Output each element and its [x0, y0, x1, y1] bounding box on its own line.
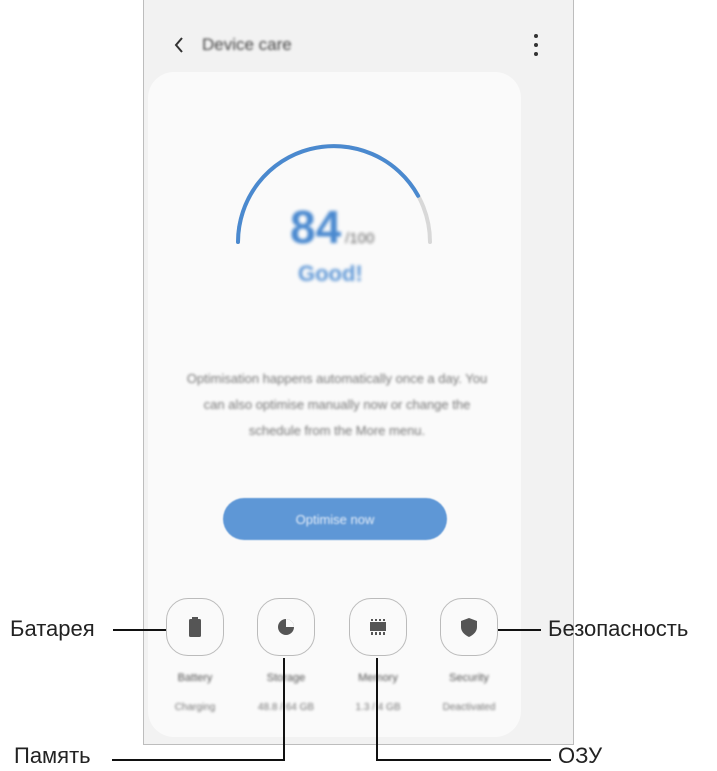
- callout-battery: Батарея: [10, 616, 95, 641]
- chevron-left-icon: [174, 37, 183, 53]
- callout-line-memory-horizontal: [376, 759, 551, 761]
- storage-pie-icon: [278, 619, 294, 635]
- battery-label: Battery: [177, 672, 213, 684]
- security-status: Deactivated: [442, 702, 496, 713]
- phone-screen: Device care 84/100 Good! Optimisation ha…: [143, 0, 574, 745]
- callout-memory: ОЗУ: [558, 743, 603, 768]
- battery-status: Charging: [174, 702, 216, 713]
- score-value: 84: [290, 201, 342, 253]
- callout-line-battery: [113, 629, 166, 631]
- callout-line-storage-horizontal: [112, 759, 285, 761]
- security-label: Security: [449, 672, 489, 684]
- score-status: Good!: [298, 261, 363, 286]
- memory-chip-icon: [370, 619, 386, 635]
- callout-line-security: [498, 629, 541, 631]
- back-button[interactable]: [168, 30, 190, 60]
- callout-line-storage-vertical: [283, 658, 285, 760]
- battery-button[interactable]: [166, 598, 224, 656]
- device-care-card: 84/100 Good! Optimisation happens automa…: [148, 72, 521, 737]
- page-title: Device care: [202, 35, 292, 54]
- battery-icon: [189, 617, 201, 637]
- storage-label: Storage: [266, 672, 306, 684]
- memory-label: Memory: [358, 672, 398, 684]
- score-row: 84/100: [290, 200, 374, 254]
- storage-button[interactable]: [257, 598, 315, 656]
- shield-icon: [461, 617, 477, 637]
- memory-button[interactable]: [349, 598, 407, 656]
- optimise-now-button[interactable]: Optimise now: [223, 498, 447, 540]
- more-vertical-icon: [534, 34, 538, 39]
- memory-status: 1.3 / 4 GB: [355, 702, 401, 713]
- callout-line-memory-vertical: [376, 658, 378, 760]
- storage-status: 48.8 / 64 GB: [257, 702, 315, 713]
- optimisation-description: Optimisation happens automatically once …: [186, 371, 488, 438]
- optimise-now-label: Optimise now: [295, 511, 375, 527]
- callout-security: Безопасность: [548, 616, 689, 641]
- app-bar: Device care: [144, 22, 573, 70]
- security-button[interactable]: [440, 598, 498, 656]
- callout-storage: Память: [14, 743, 91, 768]
- more-options-button[interactable]: [529, 32, 543, 58]
- score-max: /100: [345, 230, 375, 247]
